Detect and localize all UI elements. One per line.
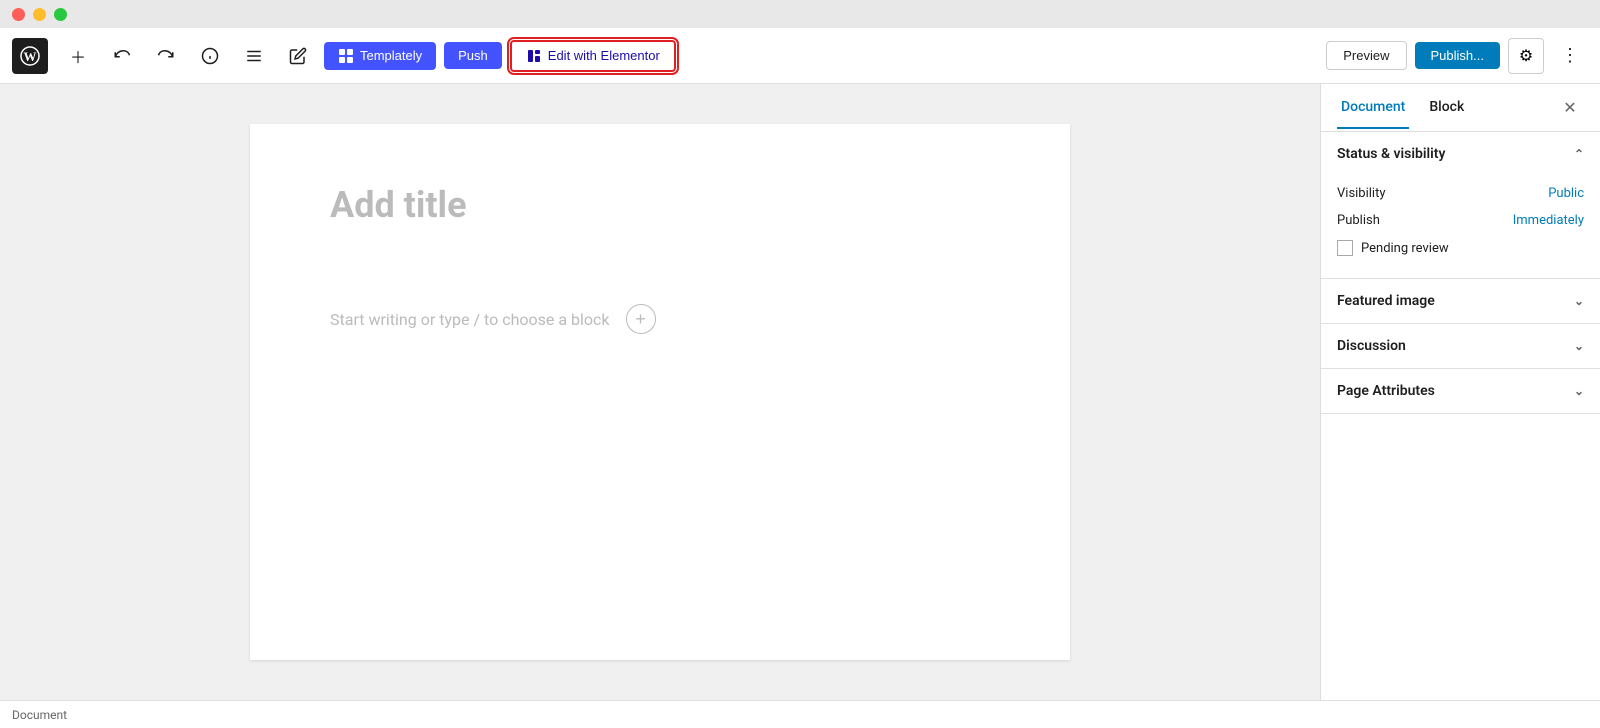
preview-btn[interactable]: Preview [1326,41,1406,70]
featured-image-header[interactable]: Featured image ⌄ [1321,279,1600,323]
panel-header: Document Block ✕ [1321,84,1600,132]
pending-review-checkbox[interactable] [1337,240,1353,256]
block-placeholder: Start writing or type / to choose a bloc… [330,304,990,334]
panel-close-btn[interactable]: ✕ [1556,94,1584,122]
wp-logo: W [12,38,48,74]
mac-minimize-btn[interactable] [33,8,46,21]
more-options-btn[interactable]: ⋮ [1552,38,1588,74]
gear-icon: ⚙ [1519,46,1533,66]
templately-btn[interactable]: Templately [324,42,436,70]
status-visibility-section: Status & visibility ⌃ Visibility Public … [1321,132,1600,279]
chevron-down-icon: ⌄ [1574,294,1584,308]
chevron-down-icon-3: ⌄ [1574,384,1584,398]
add-block-toolbar-btn[interactable]: ＋ [60,38,96,74]
status-bar-text: Document [12,708,67,722]
featured-image-section: Featured image ⌄ [1321,279,1600,324]
right-panel: Document Block ✕ Status & visibility ⌃ V… [1320,84,1600,700]
app: W ＋ [0,28,1600,728]
add-block-inline-btn[interactable]: + [626,304,656,334]
redo-btn[interactable] [148,38,184,74]
edit-mode-btn[interactable] [280,38,316,74]
status-bar: Document [0,700,1600,728]
settings-btn[interactable]: ⚙ [1508,38,1544,74]
close-icon: ✕ [1563,98,1576,118]
toolbar: W ＋ [0,28,1600,84]
edit-with-elementor-btn[interactable]: Edit with Elementor [510,40,676,72]
visibility-value[interactable]: Public [1548,186,1584,201]
visibility-row: Visibility Public [1337,180,1584,207]
page-attributes-header[interactable]: Page Attributes ⌄ [1321,369,1600,413]
plus-icon: + [635,309,646,330]
chevron-up-icon: ⌃ [1574,147,1584,161]
discussion-header[interactable]: Discussion ⌄ [1321,324,1600,368]
page-attributes-section: Page Attributes ⌄ [1321,369,1600,414]
chevron-down-icon-2: ⌄ [1574,339,1584,353]
push-btn[interactable]: Push [444,42,502,69]
editor: Start writing or type / to choose a bloc… [0,84,1320,700]
block-placeholder-text: Start writing or type / to choose a bloc… [330,310,610,329]
publish-row: Publish Immediately [1337,207,1584,234]
publish-label: Publish [1337,213,1380,228]
editor-inner: Start writing or type / to choose a bloc… [250,124,1070,660]
discussion-section: Discussion ⌄ [1321,324,1600,369]
tab-document[interactable]: Document [1337,87,1409,129]
undo-btn[interactable] [104,38,140,74]
tab-block[interactable]: Block [1425,87,1468,129]
info-btn[interactable] [192,38,228,74]
publish-btn[interactable]: Publish... [1415,42,1500,69]
status-visibility-header[interactable]: Status & visibility ⌃ [1321,132,1600,176]
pending-review-row: Pending review [1337,234,1584,262]
content-area: Start writing or type / to choose a bloc… [0,84,1600,700]
more-icon: ⋮ [1561,45,1579,66]
visibility-label: Visibility [1337,186,1386,201]
list-view-btn[interactable] [236,38,272,74]
pending-review-label: Pending review [1361,241,1449,256]
post-title-input[interactable] [330,184,990,268]
svg-text:W: W [24,49,37,64]
mac-titlebar [0,0,1600,28]
mac-maximize-btn[interactable] [54,8,67,21]
publish-value[interactable]: Immediately [1513,213,1584,228]
status-visibility-body: Visibility Public Publish Immediately Pe… [1321,176,1600,278]
mac-close-btn[interactable] [12,8,25,21]
